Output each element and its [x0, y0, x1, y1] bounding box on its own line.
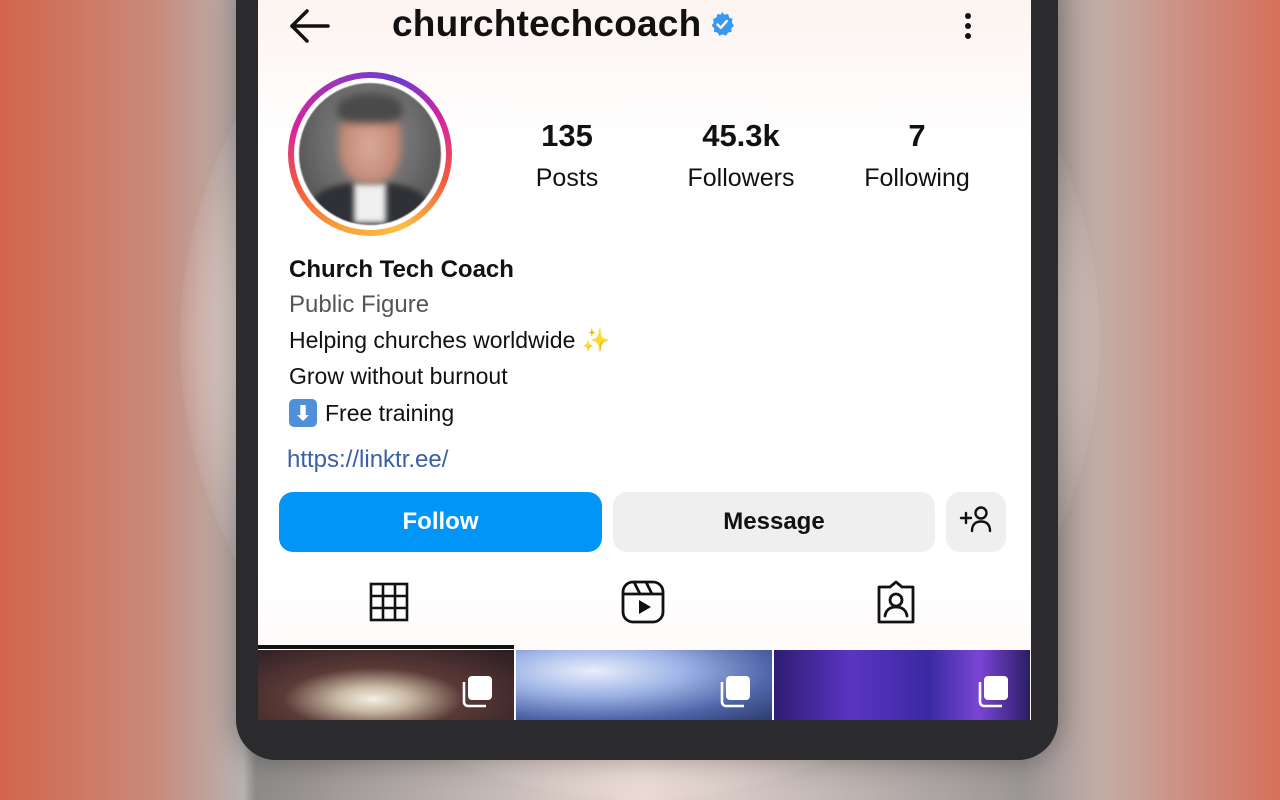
verified-badge-icon — [709, 11, 735, 37]
post-thumbnail[interactable] — [516, 650, 772, 720]
back-arrow-icon[interactable] — [286, 6, 334, 46]
avatar-collar — [354, 183, 386, 223]
tab-reels[interactable] — [613, 576, 673, 632]
multiple-images-icon — [460, 674, 494, 708]
username: churchtechcoach — [392, 3, 702, 44]
multiple-images-icon — [976, 674, 1010, 708]
grid-icon — [369, 582, 409, 627]
followers-label: Followers — [687, 164, 795, 192]
posts-label: Posts — [535, 164, 599, 192]
posts-stat[interactable]: 135 Posts — [522, 116, 612, 198]
profile-header: churchtechcoach — [258, 0, 1031, 52]
avatar[interactable] — [299, 83, 441, 225]
posts-count: 135 — [541, 118, 593, 153]
profile-category: Public Figure — [289, 291, 430, 318]
follow-button[interactable]: Follow — [279, 492, 602, 552]
profile-name: Church Tech Coach — [289, 256, 514, 283]
tab-tagged[interactable] — [866, 576, 926, 632]
following-count: 7 — [908, 118, 926, 153]
post-thumbnail[interactable] — [774, 650, 1030, 720]
active-tab-indicator — [258, 645, 514, 649]
bio-line-2: Grow without burnout — [289, 363, 508, 389]
avatar-hair — [337, 93, 403, 123]
bio-line-3-text: Free training — [325, 399, 455, 426]
followers-count: 45.3k — [702, 118, 780, 153]
reels-icon — [620, 579, 666, 630]
bio-line-3: ⬇ Free training — [289, 399, 454, 427]
username-wrap: churchtechcoach — [392, 2, 735, 46]
tab-grid[interactable] — [359, 576, 419, 632]
bio-link[interactable]: https://linktr.ee/ — [287, 446, 448, 474]
down-arrow-emoji: ⬇ — [289, 399, 317, 427]
bio-line-1: Helping churches worldwide ✨ — [289, 327, 610, 354]
message-button[interactable]: Message — [613, 492, 935, 552]
tagged-user-icon — [873, 579, 919, 630]
multiple-images-icon — [718, 674, 752, 708]
add-user-button[interactable] — [946, 492, 1006, 552]
following-label: Following — [864, 164, 970, 192]
bio-line-1-text: Helping churches worldwide — [289, 327, 576, 353]
more-vertical-icon[interactable] — [954, 8, 982, 44]
sparkles-emoji: ✨ — [581, 327, 611, 353]
profile-screen: churchtechcoach 135 Posts 45.3k Follower… — [258, 0, 1031, 720]
following-stat[interactable]: 7 Following — [856, 116, 978, 198]
post-thumbnail[interactable] — [258, 650, 514, 720]
followers-stat[interactable]: 45.3k Followers — [678, 116, 804, 198]
add-person-icon — [959, 504, 993, 541]
